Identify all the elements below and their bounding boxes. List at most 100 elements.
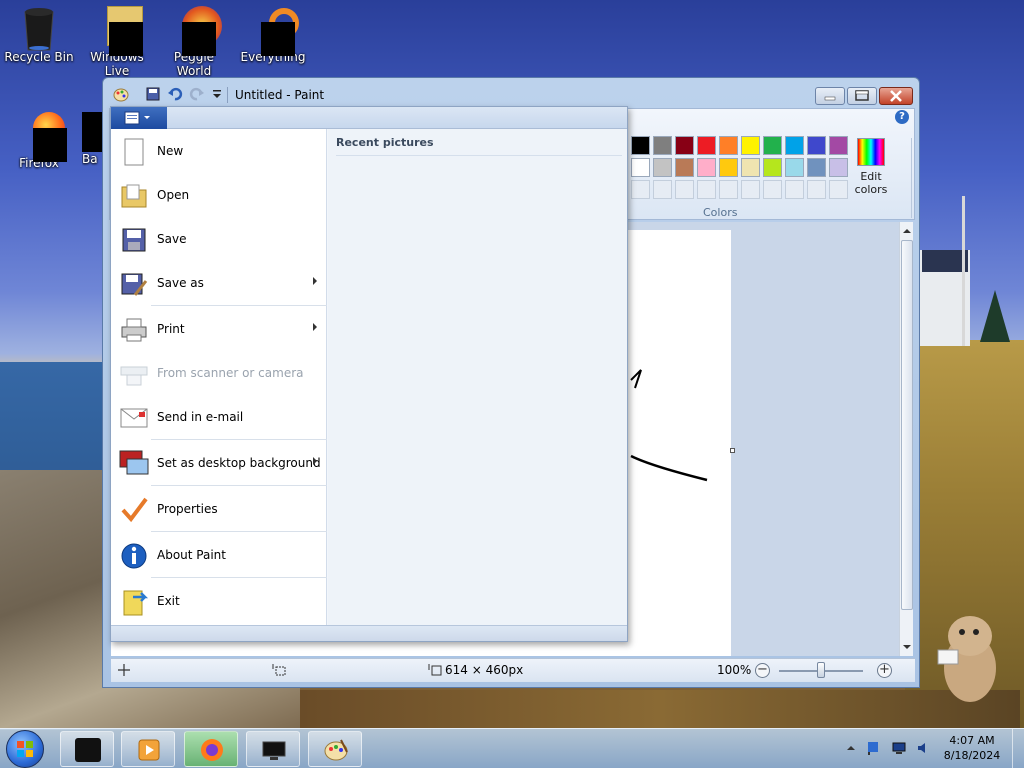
custom-color-slot[interactable] <box>719 180 738 199</box>
custom-color-slot[interactable] <box>675 180 694 199</box>
menu-item-save[interactable]: Save <box>111 217 327 261</box>
custom-color-slot[interactable] <box>741 180 760 199</box>
color-swatch[interactable] <box>653 136 672 155</box>
title-divider <box>227 87 228 103</box>
menu-item-properties[interactable]: Properties <box>111 487 327 531</box>
paint-menu-button-active[interactable] <box>111 107 167 129</box>
quick-save-icon[interactable] <box>145 86 163 104</box>
maximize-button[interactable] <box>847 87 877 105</box>
color-swatch[interactable] <box>807 136 826 155</box>
taskbar-app-firefox[interactable] <box>184 731 238 767</box>
custom-color-slot[interactable] <box>653 180 672 199</box>
custom-color-slot[interactable] <box>697 180 716 199</box>
color-swatch[interactable] <box>785 136 804 155</box>
taskbar-app-monitor[interactable] <box>246 731 300 767</box>
network-icon[interactable] <box>892 741 906 755</box>
menu-separator <box>151 531 327 532</box>
color-swatch[interactable] <box>675 158 694 177</box>
color-swatch[interactable] <box>741 136 760 155</box>
menu-document-icon <box>124 111 150 125</box>
menu-item-send-in-e-mail[interactable]: Send in e-mail <box>111 395 327 439</box>
redo-icon[interactable] <box>189 86 207 104</box>
custom-color-slot[interactable] <box>807 180 826 199</box>
cursor-position-icon <box>118 664 130 676</box>
paint-application-menu: New Open Save Save as Print From scanner or c… <box>110 106 628 642</box>
submenu-arrow-icon <box>313 277 317 285</box>
color-swatch[interactable] <box>631 158 650 177</box>
undo-icon[interactable] <box>167 86 185 104</box>
color-swatch[interactable] <box>763 158 782 177</box>
menu-item-open[interactable]: Open <box>111 173 327 217</box>
edit-colors-button[interactable]: Edit colors <box>853 138 889 196</box>
start-button[interactable] <box>6 730 44 768</box>
color-swatch[interactable] <box>829 158 848 177</box>
show-hidden-icons-icon[interactable] <box>844 741 858 755</box>
desktop-icon-firefox[interactable]: Firefox <box>1 112 77 170</box>
zoom-slider-thumb[interactable] <box>817 662 825 678</box>
windows-live-icon <box>97 6 143 56</box>
desktop-icon-peggle-world[interactable]: Peggle World <box>156 6 232 78</box>
zoom-out-button[interactable]: − <box>755 663 770 678</box>
menu-item-new[interactable]: New <box>111 129 327 173</box>
color-swatch[interactable] <box>697 136 716 155</box>
menu-item-save-as[interactable]: Save as <box>111 261 327 305</box>
menu-item-label: New <box>157 144 184 158</box>
color-swatch[interactable] <box>653 158 672 177</box>
custom-color-slot[interactable] <box>631 180 650 199</box>
windows-logo-icon <box>17 741 33 757</box>
color-swatch[interactable] <box>675 136 694 155</box>
scroll-down-icon[interactable] <box>901 642 913 652</box>
custom-color-slot[interactable] <box>785 180 804 199</box>
volume-icon[interactable] <box>916 741 930 755</box>
custom-color-slot[interactable] <box>763 180 782 199</box>
hamster-icon <box>937 616 996 702</box>
system-clock[interactable]: 4:07 AM 8/18/2024 <box>940 733 1004 763</box>
about-info-icon <box>119 541 149 571</box>
menu-separator <box>151 485 327 486</box>
menu-item-label: Open <box>157 188 190 202</box>
properties-check-icon <box>119 495 149 525</box>
menu-item-print[interactable]: Print <box>111 307 327 351</box>
action-center-flag-icon[interactable] <box>866 741 880 755</box>
paint-app-icon <box>113 86 131 104</box>
zoom-in-button[interactable]: + <box>877 663 892 678</box>
printer-icon <box>119 315 149 345</box>
desktop-icon-everything[interactable]: Everything <box>235 6 311 64</box>
peggle-world-icon <box>174 6 222 56</box>
hamster-gadget[interactable] <box>934 606 1004 706</box>
color-swatch[interactable] <box>763 136 782 155</box>
desktop-icon-windows-live[interactable]: Windows Live <box>79 6 155 78</box>
color-swatch[interactable] <box>719 136 738 155</box>
color-swatch[interactable] <box>829 136 848 155</box>
minimize-icon <box>824 96 836 101</box>
menu-item-exit[interactable]: Exit <box>111 579 327 623</box>
close-button[interactable] <box>879 87 913 105</box>
taskbar-app-paint[interactable] <box>308 731 362 767</box>
help-icon[interactable]: ? <box>895 110 909 124</box>
colors-group-label: Colors <box>703 206 738 219</box>
canvas-resize-handle[interactable] <box>730 448 735 453</box>
color-swatch[interactable] <box>719 158 738 177</box>
taskbar-app-media[interactable] <box>121 731 175 767</box>
wallpaper-grass <box>300 690 1020 730</box>
menu-item-about-paint[interactable]: About Paint <box>111 533 327 577</box>
menu-item-label: Exit <box>157 594 180 608</box>
color-swatch[interactable] <box>785 158 804 177</box>
taskbar-app-1[interactable] <box>60 731 114 767</box>
minimize-button[interactable] <box>815 87 845 105</box>
color-swatch[interactable] <box>697 158 716 177</box>
vertical-scrollbar[interactable] <box>899 222 913 656</box>
show-desktop-button[interactable] <box>1012 729 1024 768</box>
custom-color-slot[interactable] <box>829 180 848 199</box>
menu-item-set-as-desktop-background[interactable]: Set as desktop background <box>111 441 327 485</box>
menu-item-label: Send in e-mail <box>157 410 244 424</box>
media-player-icon <box>136 738 162 762</box>
color-swatch[interactable] <box>631 136 650 155</box>
scrollbar-thumb[interactable] <box>901 240 913 610</box>
desktop-icon-recycle-bin[interactable]: Recycle Bin <box>1 6 77 64</box>
color-swatch[interactable] <box>741 158 760 177</box>
scroll-up-icon[interactable] <box>901 226 913 236</box>
color-swatch[interactable] <box>807 158 826 177</box>
menu-item-label: From scanner or camera <box>157 366 304 380</box>
image-size-icon <box>428 664 442 676</box>
